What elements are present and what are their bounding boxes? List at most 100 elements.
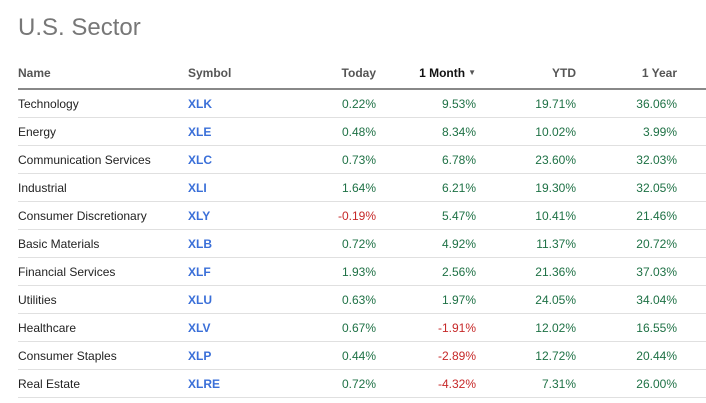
year-change: 20.44% bbox=[576, 341, 677, 370]
month-change: 1.97% bbox=[376, 285, 476, 314]
year-change: 36.06% bbox=[576, 89, 677, 118]
symbol-link[interactable]: XLC bbox=[188, 145, 268, 174]
column-header-ytd[interactable]: YTD bbox=[476, 58, 576, 90]
table-row[interactable]: Industrial XLI 1.64% 6.21% 19.30% 32.05% bbox=[18, 173, 706, 202]
table-row[interactable]: Communication Services XLC 0.73% 6.78% 23.60… bbox=[18, 145, 706, 174]
ytd-change: 7.31% bbox=[476, 369, 576, 398]
month-change: 6.78% bbox=[376, 145, 476, 174]
spacer bbox=[677, 257, 706, 286]
month-change: 9.53% bbox=[376, 89, 476, 118]
today-change: 0.63% bbox=[268, 285, 376, 314]
today-change: 0.22% bbox=[268, 89, 376, 118]
table-row[interactable]: Financial Services XLF 1.93% 2.56% 21.36% 37.… bbox=[18, 257, 706, 286]
today-change: 0.67% bbox=[268, 313, 376, 342]
symbol-link[interactable]: XLE bbox=[188, 117, 268, 146]
ytd-change: 11.37% bbox=[476, 229, 576, 258]
symbol-link[interactable]: XLF bbox=[188, 257, 268, 286]
month-change: 5.47% bbox=[376, 201, 476, 230]
ytd-change: 19.71% bbox=[476, 89, 576, 118]
spacer bbox=[677, 89, 706, 118]
spacer bbox=[677, 173, 706, 202]
column-header-today[interactable]: Today bbox=[268, 58, 376, 90]
today-change: 0.72% bbox=[268, 229, 376, 258]
spacer bbox=[677, 285, 706, 314]
today-change: 0.73% bbox=[268, 145, 376, 174]
symbol-link[interactable]: XLB bbox=[188, 229, 268, 258]
month-change: 6.21% bbox=[376, 173, 476, 202]
today-change: 0.48% bbox=[268, 117, 376, 146]
table-row[interactable]: Energy XLE 0.48% 8.34% 10.02% 3.99% bbox=[18, 117, 706, 146]
table-row[interactable]: Healthcare XLV 0.67% -1.91% 12.02% 16.55% bbox=[18, 313, 706, 342]
sector-name: Industrial bbox=[18, 173, 188, 202]
ytd-change: 10.02% bbox=[476, 117, 576, 146]
year-change: 32.03% bbox=[576, 145, 677, 174]
year-change: 34.04% bbox=[576, 285, 677, 314]
table-row[interactable]: Technology XLK 0.22% 9.53% 19.71% 36.06% bbox=[18, 89, 706, 118]
year-change: 26.00% bbox=[576, 369, 677, 398]
symbol-link[interactable]: XLI bbox=[188, 173, 268, 202]
year-change: 20.72% bbox=[576, 229, 677, 258]
spacer bbox=[677, 369, 706, 398]
year-change: 37.03% bbox=[576, 257, 677, 286]
page-title: U.S. Sector bbox=[18, 14, 141, 41]
sector-name: Consumer Discretionary bbox=[18, 201, 188, 230]
year-change: 32.05% bbox=[576, 173, 677, 202]
column-header-symbol[interactable]: Symbol bbox=[188, 58, 268, 90]
today-change: 0.72% bbox=[268, 369, 376, 398]
sector-name: Real Estate bbox=[18, 369, 188, 398]
ytd-change: 21.36% bbox=[476, 257, 576, 286]
ytd-change: 12.02% bbox=[476, 313, 576, 342]
table-row[interactable]: Real Estate XLRE 0.72% -4.32% 7.31% 26.00% bbox=[18, 369, 706, 398]
symbol-link[interactable]: XLV bbox=[188, 313, 268, 342]
symbol-link[interactable]: XLP bbox=[188, 341, 268, 370]
symbol-link[interactable]: XLY bbox=[188, 201, 268, 230]
ytd-change: 10.41% bbox=[476, 201, 576, 230]
spacer bbox=[677, 58, 706, 90]
sector-name: Energy bbox=[18, 117, 188, 146]
sector-name: Consumer Staples bbox=[18, 341, 188, 370]
spacer bbox=[677, 201, 706, 230]
today-change: 1.93% bbox=[268, 257, 376, 286]
sector-name: Healthcare bbox=[18, 313, 188, 342]
today-change: -0.19% bbox=[268, 201, 376, 230]
ytd-change: 19.30% bbox=[476, 173, 576, 202]
month-change: -2.89% bbox=[376, 341, 476, 370]
month-change: -1.91% bbox=[376, 313, 476, 342]
symbol-link[interactable]: XLU bbox=[188, 285, 268, 314]
symbol-link[interactable]: XLK bbox=[188, 89, 268, 118]
sector-name: Communication Services bbox=[18, 145, 188, 174]
column-header-name[interactable]: Name bbox=[18, 58, 188, 90]
spacer bbox=[677, 229, 706, 258]
sector-name: Basic Materials bbox=[18, 229, 188, 258]
table-row[interactable]: Consumer Staples XLP 0.44% -2.89% 12.72% 20.4… bbox=[18, 341, 706, 370]
caret-down-icon: ▼ bbox=[468, 68, 476, 77]
year-change: 3.99% bbox=[576, 117, 677, 146]
month-change: 4.92% bbox=[376, 229, 476, 258]
column-header-1-month[interactable]: 1 Month ▼ bbox=[376, 58, 476, 90]
symbol-link[interactable]: XLRE bbox=[188, 369, 268, 398]
month-change: 8.34% bbox=[376, 117, 476, 146]
ytd-change: 24.05% bbox=[476, 285, 576, 314]
spacer bbox=[677, 117, 706, 146]
sector-name: Financial Services bbox=[18, 257, 188, 286]
today-change: 0.44% bbox=[268, 341, 376, 370]
year-change: 21.46% bbox=[576, 201, 677, 230]
column-header-label: 1 Month bbox=[419, 66, 466, 80]
month-change: 2.56% bbox=[376, 257, 476, 286]
spacer bbox=[677, 341, 706, 370]
year-change: 16.55% bbox=[576, 313, 677, 342]
table-row[interactable]: Basic Materials XLB 0.72% 4.92% 11.37% 20.72% bbox=[18, 229, 706, 258]
sector-table: Name Symbol Today 1 Month ▼ YTD 1 Year Te… bbox=[18, 58, 706, 398]
sector-name: Utilities bbox=[18, 285, 188, 314]
ytd-change: 12.72% bbox=[476, 341, 576, 370]
ytd-change: 23.60% bbox=[476, 145, 576, 174]
today-change: 1.64% bbox=[268, 173, 376, 202]
sector-name: Technology bbox=[18, 89, 188, 118]
spacer bbox=[677, 313, 706, 342]
table-row[interactable]: Utilities XLU 0.63% 1.97% 24.05% 34.04% bbox=[18, 285, 706, 314]
month-change: -4.32% bbox=[376, 369, 476, 398]
header-row: Name Symbol Today 1 Month ▼ YTD 1 Year bbox=[18, 58, 706, 90]
table-row[interactable]: Consumer Discretionary XLY -0.19% 5.47% 10.4… bbox=[18, 201, 706, 230]
spacer bbox=[677, 145, 706, 174]
column-header-1-year[interactable]: 1 Year bbox=[576, 58, 677, 90]
